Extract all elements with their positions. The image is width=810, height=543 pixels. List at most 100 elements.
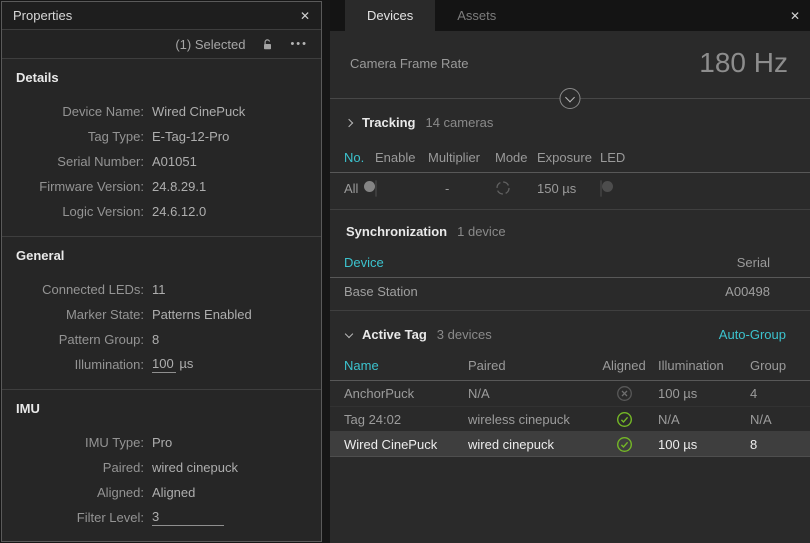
devices-tabbar: Devices Assets ✕ bbox=[330, 0, 810, 31]
led-toggle[interactable] bbox=[600, 180, 602, 197]
column-header-serial[interactable]: Serial bbox=[737, 255, 770, 270]
camera-frame-rate-value[interactable]: 180 Hz bbox=[699, 47, 788, 79]
tag-name: Tag 24:02 bbox=[344, 412, 468, 427]
devices-panel: Devices Assets ✕ Camera Frame Rate 180 H… bbox=[330, 0, 810, 543]
selection-bar: (1) Selected ••• bbox=[2, 30, 321, 59]
column-header-led[interactable]: LED bbox=[600, 150, 640, 165]
enable-toggle[interactable] bbox=[375, 180, 377, 197]
section-title: IMU bbox=[16, 400, 321, 418]
property-row: Device Name: Wired CinePuck bbox=[2, 99, 321, 124]
property-row: Filter Level: 3 bbox=[2, 505, 321, 530]
column-header-enable[interactable]: Enable bbox=[375, 150, 428, 165]
check-circle-icon bbox=[616, 436, 633, 453]
property-label: Filter Level: bbox=[2, 510, 144, 525]
column-header-aligned[interactable]: Aligned bbox=[593, 358, 655, 373]
property-value: E-Tag-12-Pro bbox=[152, 129, 229, 144]
property-row: Illumination: 100 µs bbox=[2, 352, 321, 377]
column-header-paired[interactable]: Paired bbox=[468, 358, 593, 373]
multiplier-value: - bbox=[428, 181, 495, 196]
tracking-section-header[interactable]: Tracking 14 cameras bbox=[346, 115, 794, 130]
chevron-down-icon[interactable] bbox=[560, 88, 581, 109]
tag-group: 8 bbox=[745, 437, 810, 452]
synchronization-table-header: Device Serial bbox=[330, 255, 810, 278]
property-label: Firmware Version: bbox=[2, 179, 144, 194]
property-value: Wired CinePuck bbox=[152, 104, 245, 119]
section-details: Details Device Name: Wired CinePuck Tag … bbox=[2, 59, 321, 236]
led-cell bbox=[600, 181, 640, 196]
property-label: Marker State: bbox=[2, 307, 144, 322]
property-label: Aligned: bbox=[2, 485, 144, 500]
property-value: Aligned bbox=[152, 485, 195, 500]
tag-paired: N/A bbox=[468, 386, 593, 401]
property-row: Serial Number: A01051 bbox=[2, 149, 321, 174]
unlock-icon[interactable] bbox=[261, 38, 274, 51]
tag-group: 4 bbox=[745, 386, 810, 401]
column-header-group[interactable]: Group bbox=[745, 358, 810, 373]
column-header-device[interactable]: Device bbox=[344, 255, 737, 270]
illumination-input[interactable]: 100 bbox=[152, 356, 176, 373]
tag-row-anchorpuck[interactable]: AnchorPuck N/A 100 µs 4 bbox=[330, 381, 810, 406]
tag-name: Wired CinePuck bbox=[344, 437, 468, 452]
section-title: General bbox=[16, 247, 321, 265]
active-tag-title: Active Tag bbox=[362, 327, 427, 342]
property-label: Illumination: bbox=[2, 357, 144, 372]
tag-row-wired-cinepuck[interactable]: Wired CinePuck wired cinepuck 100 µs 8 bbox=[330, 431, 810, 456]
chevron-right-icon bbox=[345, 118, 353, 126]
auto-group-button[interactable]: Auto-Group bbox=[719, 327, 786, 342]
property-value: 8 bbox=[152, 332, 159, 347]
frame-rate-expander bbox=[330, 87, 810, 109]
device-serial: A00498 bbox=[725, 284, 770, 299]
more-options-icon[interactable]: ••• bbox=[290, 38, 308, 50]
camera-frame-rate-label: Camera Frame Rate bbox=[350, 56, 468, 71]
aligned-cell bbox=[593, 385, 655, 402]
device-name: Base Station bbox=[344, 284, 725, 299]
property-value: Patterns Enabled bbox=[152, 307, 252, 322]
active-tag-count: 3 devices bbox=[437, 327, 492, 342]
properties-panel: Properties ✕ (1) Selected ••• Details De… bbox=[1, 1, 322, 542]
active-tag-section-header[interactable]: Active Tag 3 devices Auto-Group bbox=[346, 327, 794, 342]
enable-cell bbox=[375, 181, 428, 196]
camera-frame-rate-row: Camera Frame Rate 180 Hz bbox=[330, 31, 810, 87]
section-imu: IMU IMU Type: Pro Paired: wired cinepuck… bbox=[2, 389, 321, 542]
tag-row-tag-2402[interactable]: Tag 24:02 wireless cinepuck N/A N/A bbox=[330, 406, 810, 431]
property-row: Logic Version: 24.6.12.0 bbox=[2, 199, 321, 224]
column-header-multiplier[interactable]: Multiplier bbox=[428, 150, 495, 165]
property-label: Paired: bbox=[2, 460, 144, 475]
tab-devices[interactable]: Devices bbox=[345, 0, 435, 31]
sync-row-base-station[interactable]: Base Station A00498 bbox=[330, 278, 810, 305]
column-header-name[interactable]: Name bbox=[344, 358, 468, 373]
tag-paired: wired cinepuck bbox=[468, 437, 593, 452]
tracking-title: Tracking bbox=[362, 115, 415, 130]
cross-circle-icon bbox=[616, 385, 633, 402]
illumination-field: 100 µs bbox=[152, 356, 193, 373]
tag-group: N/A bbox=[745, 412, 810, 427]
property-row: Paired: wired cinepuck bbox=[2, 455, 321, 480]
selection-count-label: (1) Selected bbox=[175, 37, 245, 52]
filter-level-field: 3 bbox=[152, 509, 224, 526]
close-icon[interactable]: ✕ bbox=[300, 9, 310, 23]
column-header-mode[interactable]: Mode bbox=[495, 150, 537, 165]
property-value: 24.6.12.0 bbox=[152, 204, 206, 219]
close-icon[interactable]: ✕ bbox=[790, 0, 800, 31]
aligned-cell bbox=[593, 436, 655, 453]
tag-illumination: 100 µs bbox=[655, 437, 745, 452]
tracking-mode-reticle-icon[interactable] bbox=[495, 180, 511, 196]
divider bbox=[330, 456, 810, 457]
synchronization-title: Synchronization bbox=[346, 224, 447, 239]
property-value: wired cinepuck bbox=[152, 460, 238, 475]
tab-assets[interactable]: Assets bbox=[435, 0, 518, 31]
divider bbox=[330, 310, 810, 311]
tracking-table-header: No. Enable Multiplier Mode Exposure LED bbox=[330, 150, 810, 173]
property-label: Device Name: bbox=[2, 104, 144, 119]
tag-paired: wireless cinepuck bbox=[468, 412, 593, 427]
column-header-no[interactable]: No. bbox=[344, 150, 375, 165]
tag-name: AnchorPuck bbox=[344, 386, 468, 401]
column-header-exposure[interactable]: Exposure bbox=[537, 150, 600, 165]
property-label: IMU Type: bbox=[2, 435, 144, 450]
aligned-cell bbox=[593, 411, 655, 428]
property-value: Pro bbox=[152, 435, 172, 450]
column-header-illumination[interactable]: Illumination bbox=[655, 358, 745, 373]
tracking-row-all[interactable]: All - 150 µs bbox=[330, 173, 810, 203]
property-row: Connected LEDs: 11 bbox=[2, 277, 321, 302]
filter-level-input[interactable]: 3 bbox=[152, 509, 224, 526]
